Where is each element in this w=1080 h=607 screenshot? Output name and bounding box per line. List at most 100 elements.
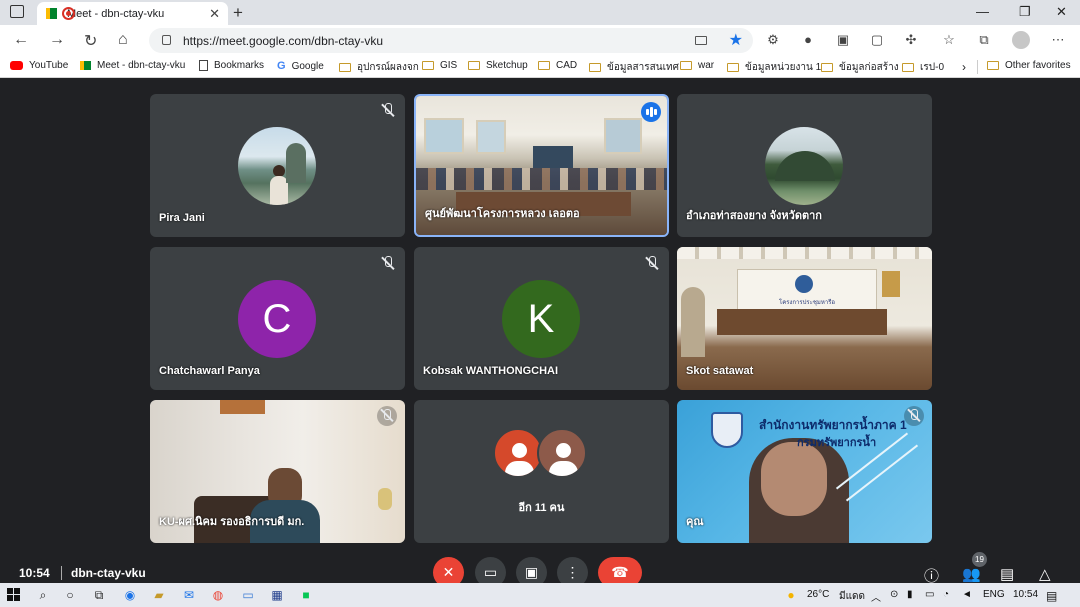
bookmark-label: เรป-0 [920,62,945,73]
bookmark-meet[interactable]: Meet - dbn-ctay-vku [80,60,185,71]
weather-condition: มีแดด [839,591,866,602]
home-icon[interactable]: ⌂ [118,31,128,49]
participant-tile[interactable]: อำเภอท่าสองยาง จังหวัดตาก [677,94,932,237]
bookmark-folder[interactable]: อุปกรณ์ผลงจก [339,60,419,75]
volume-icon[interactable]: ◄ [962,589,972,600]
extensions-puzzle-icon[interactable]: ✣ [903,32,919,48]
bookmarks-overflow-icon[interactable]: › [962,60,966,74]
participant-name: อำเภอท่าสองยาง จังหวัดตาก [686,210,822,222]
bookmark-folder[interactable]: ข้อมูลสารสนเทศ [589,60,679,75]
cortana-icon[interactable]: ○ [62,587,78,603]
line-icon[interactable]: ■ [298,587,314,603]
self-view-tile[interactable]: สำนักงานทรัพยากรน้ำภาค 1 กรมทรัพยากรน้ำ … [677,400,932,543]
extension-chat-icon[interactable]: ▢ [869,32,885,48]
bookmark-folder[interactable]: CAD [538,60,577,71]
participant-avatar [493,428,543,478]
bookmark-label: war [698,60,715,71]
participant-avatar: C [238,280,316,358]
chrome-icon[interactable]: ◍ [210,587,226,603]
bookmark-other-favorites[interactable]: Other favorites [987,60,1071,71]
chat-icon[interactable]: ▤ [1000,565,1014,583]
windows-start-icon[interactable] [7,588,21,602]
participant-name: คุณ [686,516,704,528]
people-icon[interactable]: 👥 [962,565,981,583]
participant-tile[interactable]: K Kobsak WANTHONGCHAI [414,247,669,390]
bookmark-label: Sketchup [486,60,528,71]
bookmark-folder[interactable]: เรป-0 [902,60,944,75]
url-text: https://meet.google.com/dbn-ctay-vku [183,33,384,48]
input-language[interactable]: ENG [983,589,1005,600]
edge-icon[interactable]: ◉ [122,587,138,603]
search-icon[interactable]: ⌕ [35,587,51,603]
browser-tab-strip: Meet - dbn-ctay-vku ✕ + — ❐ ✕ [0,0,1080,25]
participant-name: Skot satawat [686,365,754,377]
minimize-icon[interactable]: — [976,4,989,19]
zoom-icon[interactable]: ▭ [240,587,256,603]
file-explorer-icon[interactable]: ▰ [151,587,167,603]
folder-icon [821,63,833,72]
folder-icon [589,63,601,72]
security-icon[interactable]: ⊙ [890,589,898,600]
show-hidden-icons-icon[interactable]: ︿ [871,589,881,604]
app-icon[interactable]: ▦ [269,587,285,603]
person-body-icon [549,461,578,476]
bookmark-google[interactable]: G Google [277,60,324,72]
meeting-code: dbn-ctay-vku [71,566,146,580]
new-tab-icon[interactable]: + [233,3,243,23]
notification-center-icon[interactable]: ▤ [1046,589,1057,603]
extension-bulb-icon[interactable]: ● [800,32,816,48]
bookmark-folder[interactable]: ข้อมูลหน่วยงาน 1 [727,60,821,75]
forward-icon[interactable]: → [49,31,65,49]
banner-subtext: กรมทรัพยากรน้ำ [797,437,877,449]
folder-icon [727,63,739,72]
task-view-icon[interactable]: ⧉ [91,587,107,603]
system-clock[interactable]: 10:54 [1013,589,1038,600]
network-icon[interactable]: ◔ [943,589,949,600]
others-tile[interactable]: อีก 11 คน [414,400,669,543]
muted-mic-icon [904,406,924,426]
browser-tab-meet[interactable]: Meet - dbn-ctay-vku ✕ [37,2,228,25]
bookmark-youtube[interactable]: YouTube [10,60,68,71]
close-tab-icon[interactable]: ✕ [209,6,220,22]
participant-name: ศูนย์พัฒนาโครงการหลวง เลอตอ [425,208,580,220]
microphone-tray-icon[interactable]: ▮ [907,589,913,600]
bookmark-folder[interactable]: war [680,60,714,71]
folder-icon [538,61,550,70]
lock-icon[interactable] [162,35,171,45]
bookmark-label: อุปกรณ์ผลงจก [357,62,419,73]
extension-box-icon[interactable]: ▣ [835,32,851,48]
participant-name: Pira Jani [159,212,205,224]
bookmark-folder[interactable]: ข้อมูลก่อสร้าง [821,60,899,75]
restore-icon[interactable]: ❐ [1019,4,1031,20]
close-window-icon[interactable]: ✕ [1056,4,1067,20]
bookmark-label: Meet - dbn-ctay-vku [97,60,186,71]
more-menu-icon[interactable]: ⋯ [1050,32,1066,48]
meet-favicon-icon [46,8,57,19]
profile-avatar-icon[interactable] [1012,31,1030,49]
extension-icon[interactable]: ⚙ [765,32,781,48]
folder-icon [987,61,999,70]
collections-icon[interactable]: ⧉ [976,32,992,48]
participant-tile[interactable]: KU-ผศ.นิคม รองอธิการบดี มก. [150,400,405,543]
tab-actions-icon[interactable] [10,5,24,18]
battery-icon[interactable]: ▭ [925,589,934,600]
meet-icon [80,61,91,70]
bookmark-folder[interactable]: Sketchup [468,60,528,71]
favorites-icon[interactable]: ☆ [941,32,957,48]
participant-tile[interactable]: C Chatchawarl Panya [150,247,405,390]
mail-icon[interactable]: ✉ [181,587,197,603]
bookmark-folder[interactable]: GIS [422,60,457,71]
address-bar[interactable]: https://meet.google.com/dbn-ctay-vku ★ [149,28,753,53]
back-icon[interactable]: ← [13,31,29,49]
participant-tile[interactable]: Pira Jani [150,94,405,237]
folder-icon [422,61,434,70]
favorite-star-icon[interactable]: ★ [729,30,743,50]
participant-tile[interactable]: โครงการประชุมหารือ Skot satawat [677,247,932,390]
reload-icon[interactable]: ↻ [84,31,97,51]
camera-in-use-icon[interactable] [695,36,707,45]
bookmark-bookmarks[interactable]: Bookmarks [199,60,264,71]
muted-mic-icon [645,256,659,270]
activities-icon[interactable]: △ [1039,565,1051,583]
participant-avatar: K [502,280,580,358]
participant-tile-active-speaker[interactable]: ศูนย์พัฒนาโครงการหลวง เลอตอ [414,94,669,237]
